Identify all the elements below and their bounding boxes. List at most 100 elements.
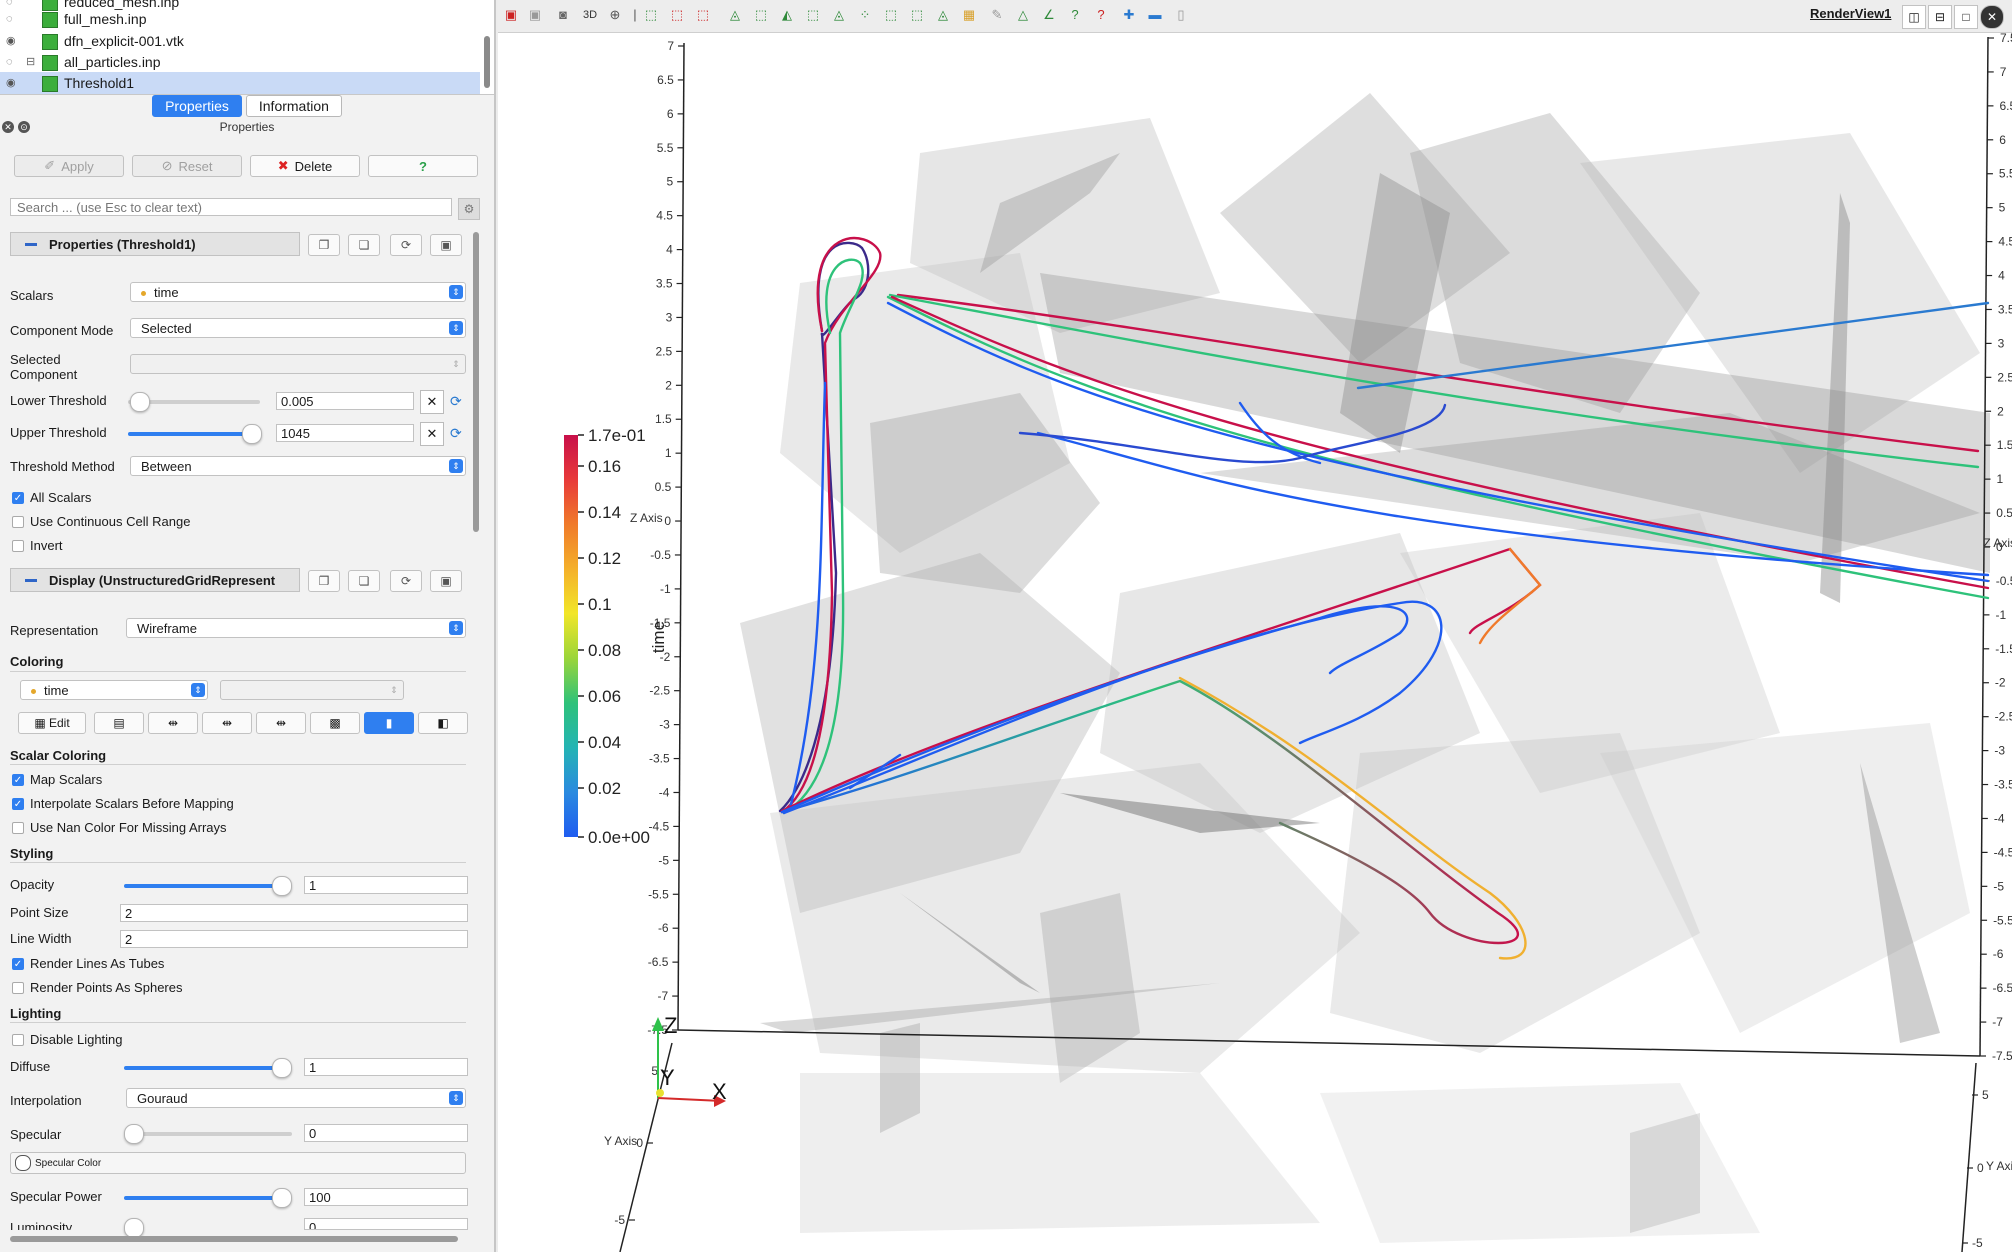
- specular-slider[interactable]: [124, 1124, 144, 1144]
- plot-selection-icon[interactable]: ◬: [934, 6, 952, 24]
- interactive-select-icon[interactable]: ◬: [830, 6, 848, 24]
- threshold-method-select[interactable]: Between ⇕: [130, 456, 466, 476]
- luminosity-field[interactable]: 0: [304, 1218, 468, 1230]
- hover-cells-icon[interactable]: ⬚: [882, 6, 900, 24]
- split-vertical-icon[interactable]: ⊟: [1928, 5, 1952, 29]
- triangle-icon[interactable]: △: [1014, 6, 1032, 24]
- lower-threshold-slider[interactable]: [130, 392, 150, 412]
- capture-screenshot-icon[interactable]: ◙: [554, 6, 572, 24]
- nan-color-checkbox[interactable]: Use Nan Color For Missing Arrays: [12, 820, 227, 835]
- scene-svg[interactable]: 7 6.5 6 5.5 5 4.5 4 3.5 3 2.5 2 1.5 1 0.5 0 -0.5 -1 -1.5 -…: [500, 31, 2012, 1252]
- split-horizontal-icon[interactable]: ◫: [1902, 5, 1926, 29]
- scale-range-icon[interactable]: ✕: [420, 422, 444, 446]
- query-icon[interactable]: ?: [1066, 6, 1084, 24]
- interpolate-scalars-checkbox[interactable]: ✓ Interpolate Scalars Before Mapping: [12, 796, 234, 811]
- pipeline-item[interactable]: ◌ ⊟ all_particles.inp: [0, 51, 480, 73]
- lower-threshold-field[interactable]: 0.005: [276, 392, 414, 410]
- continuous-cell-range-checkbox[interactable]: Use Continuous Cell Range: [12, 514, 190, 529]
- visibility-off-icon[interactable]: ◌: [6, 0, 20, 8]
- line-width-field[interactable]: 2: [120, 930, 468, 948]
- reset-range-icon[interactable]: ⟳: [450, 425, 462, 442]
- visibility-off-icon[interactable]: ◌: [6, 14, 20, 25]
- save-icon[interactable]: ▣: [430, 234, 462, 256]
- edit-colormap-button[interactable]: ▦ Edit: [18, 712, 86, 734]
- maximize-icon[interactable]: □: [1954, 5, 1978, 29]
- points-as-spheres-checkbox[interactable]: Render Points As Spheres: [12, 980, 182, 995]
- disable-lighting-checkbox[interactable]: Disable Lighting: [12, 1032, 123, 1047]
- shrink-selection-icon[interactable]: ▬: [1146, 6, 1164, 24]
- extract-selection-icon[interactable]: ⬚: [908, 6, 926, 24]
- specular-power-track[interactable]: [124, 1196, 280, 1200]
- help-button[interactable]: ?: [368, 155, 478, 177]
- select-frustum-icon[interactable]: ⬚: [694, 6, 712, 24]
- rescale-custom-range-icon[interactable]: ⇹: [202, 712, 252, 734]
- properties-section-header[interactable]: Properties (Threshold1): [10, 232, 300, 256]
- diffuse-slider[interactable]: [272, 1058, 292, 1078]
- luminosity-slider[interactable]: [124, 1218, 144, 1238]
- copy-icon[interactable]: ❐: [308, 570, 340, 592]
- opacity-track[interactable]: [124, 884, 280, 888]
- properties-scrollbar[interactable]: [473, 232, 479, 532]
- zoom-to-box-icon[interactable]: ⊕: [606, 6, 624, 24]
- opacity-field[interactable]: 1: [304, 876, 468, 894]
- visibility-on-icon[interactable]: ◉: [6, 78, 20, 89]
- select-points-on-icon[interactable]: ◬: [726, 6, 744, 24]
- reset-camera-icon[interactable]: ▣: [502, 6, 520, 24]
- delete-button[interactable]: ✖ Delete: [250, 155, 360, 177]
- select-polygon-icon[interactable]: ◭: [778, 6, 796, 24]
- choose-preset-icon[interactable]: ▤: [94, 712, 144, 734]
- upper-threshold-track[interactable]: [128, 432, 250, 436]
- specular-power-field[interactable]: 100: [304, 1188, 468, 1206]
- toggle-colorbar-icon[interactable]: ▮: [364, 712, 414, 734]
- upper-threshold-slider[interactable]: [242, 424, 262, 444]
- reset-range-icon[interactable]: ⟳: [450, 393, 462, 410]
- all-scalars-checkbox[interactable]: ✓ All Scalars: [12, 490, 91, 505]
- tab-properties[interactable]: Properties: [152, 95, 242, 117]
- ruler-icon[interactable]: ✎: [988, 6, 1006, 24]
- component-mode-select[interactable]: Selected ⇕: [130, 318, 466, 338]
- pipeline-item[interactable]: ◉ dfn_explicit-001.vtk: [0, 30, 480, 52]
- rescale-temporal-range-icon[interactable]: ⇹: [256, 712, 306, 734]
- pipeline-item[interactable]: ◌ full_mesh.inp: [0, 8, 480, 30]
- collapse-icon[interactable]: ⊟: [26, 55, 35, 68]
- properties-hscrollbar[interactable]: [10, 1236, 458, 1242]
- visibility-off-icon[interactable]: ◌: [6, 57, 20, 68]
- apply-button[interactable]: ✐ Apply: [14, 155, 124, 177]
- close-view-icon[interactable]: ✕: [1980, 5, 2004, 29]
- angle-icon[interactable]: ∠: [1040, 6, 1058, 24]
- component-select[interactable]: ⇕: [220, 680, 404, 700]
- save-icon[interactable]: ▣: [430, 570, 462, 592]
- visibility-on-icon[interactable]: ◉: [6, 36, 20, 47]
- reset-button[interactable]: ⊘ Reset: [132, 155, 242, 177]
- reset-camera-closest-icon[interactable]: ▣: [526, 6, 544, 24]
- select-points-icon[interactable]: ⬚: [668, 6, 686, 24]
- pipeline-scrollbar[interactable]: [484, 36, 490, 88]
- selected-component-select[interactable]: ⇕: [130, 354, 466, 374]
- opacity-slider[interactable]: [272, 876, 292, 896]
- display-section-header[interactable]: Display (UnstructuredGridRepresent: [10, 568, 300, 592]
- trash-icon[interactable]: ▯: [1172, 6, 1190, 24]
- specular-track[interactable]: [124, 1132, 292, 1136]
- tab-information[interactable]: Information: [245, 95, 342, 117]
- specular-field[interactable]: 0: [304, 1124, 468, 1142]
- gear-icon[interactable]: ⚙: [458, 198, 480, 220]
- scale-range-icon[interactable]: ✕: [420, 390, 444, 414]
- coloring-select[interactable]: time ⇕: [20, 680, 208, 700]
- specular-color-button[interactable]: Specular Color: [10, 1152, 466, 1174]
- interpolation-select[interactable]: Gouraud ⇕: [126, 1088, 466, 1108]
- paste-icon[interactable]: ❏: [348, 234, 380, 256]
- lines-as-tubes-checkbox[interactable]: ✓ Render Lines As Tubes: [12, 956, 164, 971]
- colorbar-settings-icon[interactable]: ◧: [418, 712, 468, 734]
- refresh-icon[interactable]: ⟳: [390, 570, 422, 592]
- upper-threshold-field[interactable]: 1045: [276, 424, 414, 442]
- scalars-select[interactable]: time ⇕: [130, 282, 466, 302]
- diffuse-track[interactable]: [124, 1066, 280, 1070]
- 3d-viewport[interactable]: 7 6.5 6 5.5 5 4.5 4 3.5 3 2.5 2 1.5 1 0.5 0 -0.5 -1 -1.5 -…: [500, 31, 2012, 1252]
- refresh-icon[interactable]: ⟳: [390, 234, 422, 256]
- select-block-icon[interactable]: ⬚: [752, 6, 770, 24]
- hover-points-icon[interactable]: ⁘: [856, 6, 874, 24]
- paste-icon[interactable]: ❏: [348, 570, 380, 592]
- toggle-3d-button[interactable]: 3D: [578, 6, 602, 24]
- map-scalars-checkbox[interactable]: ✓ Map Scalars: [12, 772, 102, 787]
- help-query-icon[interactable]: ?: [1092, 6, 1110, 24]
